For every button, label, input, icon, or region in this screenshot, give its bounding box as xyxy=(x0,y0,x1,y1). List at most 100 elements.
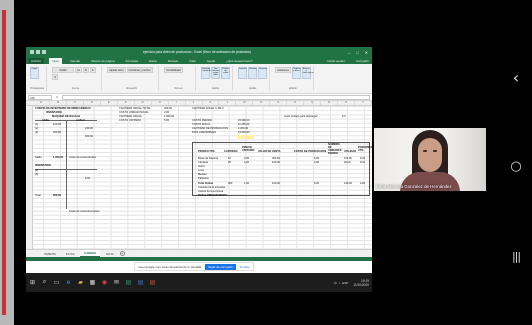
product-row-5[interactable]: Medias xyxy=(198,173,206,176)
selected-cell[interactable] xyxy=(237,134,254,139)
task-view-icon[interactable]: ▭ xyxy=(53,279,60,286)
column-header[interactable]: F xyxy=(118,101,135,105)
sheet-tab-kcka[interactable]: KC.KA xyxy=(62,251,78,257)
cell-n2[interactable]: COSTO PEDIDO xyxy=(192,119,212,122)
th-porcentaje[interactable]: PORCENTAJE UTIL xyxy=(358,146,372,152)
column-header[interactable]: O xyxy=(270,101,288,105)
column-header[interactable]: Q xyxy=(304,101,322,105)
cell-right-val[interactable]: 5,0 xyxy=(342,115,346,118)
save-icon[interactable] xyxy=(30,50,34,54)
mail-icon[interactable]: ✉ xyxy=(113,279,120,286)
product-total-ventas[interactable]: Total Ventas xyxy=(198,182,213,185)
sheet-tab-hoja[interactable]: HOJA xyxy=(102,251,117,257)
cell-r1[interactable]: (1) xyxy=(35,123,38,126)
underline-button[interactable]: S xyxy=(52,74,59,80)
column-header[interactable]: G xyxy=(135,101,152,105)
column-header[interactable]: P xyxy=(287,101,305,105)
tab-insertar[interactable]: Insertar xyxy=(67,58,83,64)
column-header[interactable]: N xyxy=(253,101,271,105)
explorer-icon[interactable]: ▰ xyxy=(77,279,84,286)
tell-me-search[interactable]: ¿Qué desea hacer? xyxy=(223,58,256,64)
column-header[interactable]: K xyxy=(203,101,220,105)
column-header[interactable]: C xyxy=(67,101,84,105)
search-icon[interactable]: ⌕ xyxy=(41,279,48,286)
italic-button[interactable]: K xyxy=(89,67,96,73)
cell-saldo-value[interactable]: 1.000,00 xyxy=(53,156,63,159)
cell-total[interactable]: Total xyxy=(35,194,40,197)
cell-debe[interactable]: DEBE xyxy=(42,119,49,122)
cell-u2[interactable]: 20,00 xyxy=(344,161,351,164)
minimize-button[interactable]: – xyxy=(348,50,350,55)
tab-datos[interactable]: Datos xyxy=(146,58,160,64)
stop-sharing-button[interactable]: Dejar de compartir xyxy=(205,263,236,270)
cell-r3[interactable]: (3) xyxy=(35,131,38,134)
cell-tot-u[interactable]: 130,00 xyxy=(344,182,352,185)
formula-input[interactable] xyxy=(62,94,370,100)
cell-m3[interactable]: CANTIDAD INICIAL xyxy=(119,115,142,118)
cell-tot-pc[interactable]: 14% xyxy=(360,182,365,185)
font-size-select[interactable]: 11 xyxy=(75,67,82,73)
tab-vista[interactable]: Vista xyxy=(186,58,199,64)
cell-tot-p[interactable]: 1,00 xyxy=(244,182,249,185)
powerpoint-icon[interactable]: ▤ xyxy=(149,279,156,286)
cell-inventario[interactable]: INVENTARIO xyxy=(46,111,62,114)
cell-k2[interactable]: (5) xyxy=(35,173,38,176)
column-header[interactable]: S xyxy=(338,101,356,105)
cell-vv2[interactable]: 100,00 xyxy=(272,161,280,164)
th-cantidad[interactable]: CANTIDAD xyxy=(224,150,238,153)
tab-ayuda[interactable]: Ayuda xyxy=(204,58,218,64)
product-row-1[interactable]: Botas de Deporte xyxy=(198,157,218,160)
tab-revisar[interactable]: Revisar xyxy=(165,58,181,64)
cell-maquina[interactable]: MAQUINA DE Bicicleta xyxy=(52,115,80,118)
column-header[interactable]: M xyxy=(236,101,254,105)
conditional-format-button[interactable]: Formato condicional xyxy=(201,67,213,79)
fx-icon[interactable]: fx xyxy=(56,95,58,99)
clock[interactable]: 19:19 11/10/2020 xyxy=(353,279,369,287)
windows-icon[interactable]: ⊞ xyxy=(29,279,36,286)
tab-inicio[interactable]: Inicio xyxy=(49,58,63,64)
merge-center-button[interactable]: Combinar y centrar xyxy=(126,67,153,73)
cell-saldo[interactable]: Saldo xyxy=(35,156,42,159)
cell-total-value[interactable]: 900,00 xyxy=(53,194,61,197)
cell-inventario-2[interactable]: INVENTARIO xyxy=(35,164,51,167)
column-header[interactable]: R xyxy=(321,101,339,105)
sheet-tab-kardex[interactable]: KARDEX xyxy=(80,250,101,257)
column-header[interactable]: H xyxy=(152,101,169,105)
cell-k1[interactable]: (4) xyxy=(35,169,38,172)
cell-r2[interactable]: (2) xyxy=(35,127,38,130)
column-header[interactable]: E xyxy=(101,101,118,105)
nav-recents-button[interactable]: ||| xyxy=(505,250,527,263)
product-row-2[interactable]: Camisas xyxy=(198,161,208,164)
tab-formulas[interactable]: Fórmulas xyxy=(123,58,142,64)
product-row-3[interactable]: Gorra xyxy=(198,165,205,168)
nav-home-button[interactable]: ○ xyxy=(505,159,527,174)
th-valor-venta[interactable]: VALOR DE VENTA xyxy=(258,150,281,153)
edge-icon[interactable]: e xyxy=(65,279,72,286)
tab-archivo[interactable]: Archivo xyxy=(28,58,45,64)
find-select-button[interactable]: Buscar y seleccionar xyxy=(301,67,314,79)
cell-cp1[interactable]: 5,00 xyxy=(314,157,319,160)
cell-m2[interactable]: COSTO UNIDAD INICIAL xyxy=(119,111,149,114)
sort-filter-button[interactable]: Ordenar y filtrar xyxy=(291,67,301,79)
word-icon[interactable]: ▤ xyxy=(137,279,144,286)
sheet-tab-inventa[interactable]: INVENTA xyxy=(40,251,60,257)
th-utilidad[interactable]: UTILIDAD xyxy=(344,150,356,153)
cell-mv4[interactable]: 5,00 xyxy=(164,119,169,122)
cell-x2[interactable]: 300,00 xyxy=(85,135,93,138)
product-row-4[interactable]: Lona xyxy=(198,169,204,172)
th-unidades[interactable]: NUMERO DE UNIDADES PEDIDO xyxy=(328,143,342,155)
cell-nv1[interactable]: 15.000,00 xyxy=(238,119,250,122)
cell-v1[interactable]: 100,00 xyxy=(53,123,61,126)
column-header[interactable]: T xyxy=(355,101,372,105)
delete-cells-button[interactable]: Eliminar xyxy=(248,67,258,79)
cell-costo-venta-label[interactable]: Costo de venta=Ventas xyxy=(69,156,96,159)
product-total-presupuesto[interactable]: TOTAL PRESUPUESTO xyxy=(198,194,227,197)
add-sheet-icon[interactable]: + xyxy=(119,251,125,256)
share-button[interactable]: Compartir xyxy=(353,58,372,64)
cell-x1[interactable]: 200,00 xyxy=(53,131,61,134)
cell-n4[interactable]: CANTIDAD DE PRODUCCION xyxy=(192,127,228,130)
cell-m1[interactable]: CANTIDAD INICIAL TOTAL xyxy=(119,107,151,110)
cell-pc2[interactable]: 11% xyxy=(360,161,365,164)
th-costo-prod[interactable]: COSTO DE PRODUCCION xyxy=(294,150,326,153)
cell-tot-q[interactable]: 300 xyxy=(228,182,232,185)
